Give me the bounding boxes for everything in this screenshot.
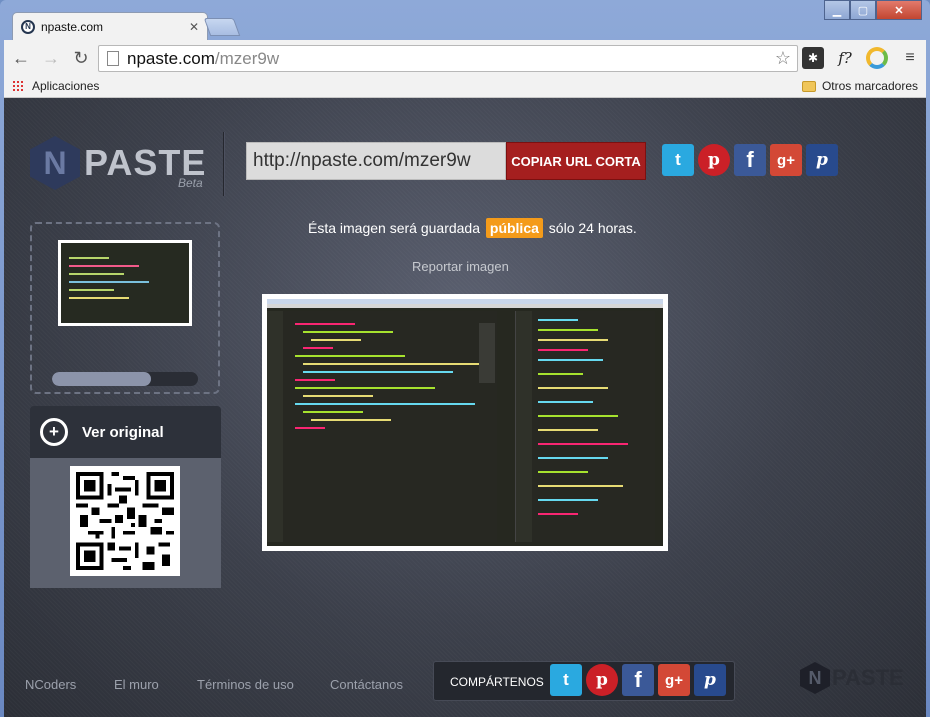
footer-link-contactanos[interactable]: Contáctanos: [330, 677, 403, 692]
logo-letter: N: [43, 144, 67, 181]
tab-title: npaste.com: [41, 19, 104, 34]
folder-icon: [801, 80, 816, 92]
header-divider: [223, 132, 225, 196]
share-label: COMPÁRTENOS: [450, 675, 544, 689]
thumbnail-dropzone: [30, 222, 220, 394]
ring-icon[interactable]: [866, 47, 888, 69]
uploaded-image: [267, 299, 663, 546]
window-controls: ▁ ▢ ✕: [824, 0, 922, 20]
logo-hexagon-icon: N: [30, 136, 80, 190]
footer-npaste-logo[interactable]: N PASTE: [800, 662, 904, 694]
url-path: /mzer9w: [214, 48, 280, 68]
pinboard-icon[interactable]: p: [806, 144, 838, 176]
apps-grid-icon: [12, 80, 24, 92]
uploaded-image-preview[interactable]: [262, 294, 668, 551]
qr-code-graphic: [76, 472, 174, 570]
maximize-button[interactable]: ▢: [850, 0, 876, 20]
apps-shortcut[interactable]: Aplicaciones: [12, 79, 99, 93]
forward-icon[interactable]: →: [38, 48, 64, 69]
screenshot-code-pane-left: [267, 311, 497, 542]
twitter-icon[interactable]: t: [662, 144, 694, 176]
footer-logo-hexagon-icon: N: [800, 662, 830, 694]
other-bookmarks-label: Otros marcadores: [821, 79, 918, 93]
new-tab-button[interactable]: [203, 18, 241, 36]
header-social-links: t p f g+ p: [662, 144, 842, 176]
url-host: npaste.com: [127, 48, 215, 68]
screenshot-code-pane-right: [515, 311, 655, 542]
google-plus-icon[interactable]: g+: [658, 664, 690, 696]
qr-code: [70, 466, 180, 576]
function-icon[interactable]: f?: [834, 47, 856, 69]
bookmark-star-icon[interactable]: ☆: [775, 48, 791, 69]
facebook-icon[interactable]: f: [734, 144, 766, 176]
footer-link-el-muro[interactable]: El muro: [114, 677, 159, 692]
notice-before: Ésta imagen será guardada: [308, 220, 480, 236]
pinterest-icon[interactable]: p: [698, 144, 730, 176]
short-url-field[interactable]: http://npaste.com/mzer9w: [246, 142, 506, 180]
footer-link-ncoders[interactable]: NCoders: [25, 677, 76, 692]
browser-window: N npaste.com ✕ ▁ ▢ ✕ ← → ↻ npaste.com/mz…: [0, 0, 930, 717]
twitter-icon[interactable]: t: [550, 664, 582, 696]
footer-link-terminos[interactable]: Términos de uso: [197, 677, 294, 692]
copy-short-url-button[interactable]: COPIAR URL CORTA: [506, 142, 646, 180]
page-content: N PASTE Beta http://npaste.com/mzer9w CO…: [4, 98, 926, 717]
thumbnail-preview: [61, 243, 189, 323]
view-original-label: Ver original: [82, 423, 164, 441]
npaste-favicon-icon: N: [21, 19, 35, 34]
bookmarks-bar: Aplicaciones Otros marcadores: [4, 76, 926, 98]
logo-beta: Beta: [178, 176, 203, 190]
public-badge: pública: [485, 218, 543, 238]
pinboard-icon[interactable]: p: [694, 664, 726, 696]
url-text: npaste.com/mzer9w: [127, 49, 279, 69]
apps-label: Aplicaciones: [32, 79, 100, 93]
view-original-button[interactable]: + Ver original: [30, 406, 221, 458]
npaste-logo[interactable]: N PASTE Beta: [30, 136, 206, 190]
footer-logo-text: PASTE: [832, 665, 904, 690]
screenshot-minimap: [479, 323, 495, 383]
puzzle-icon[interactable]: ✱: [802, 47, 824, 69]
footer-social-links: t p f g+ p: [550, 664, 730, 696]
upload-progress-bar: [52, 372, 198, 386]
screenshot-gutter-right: [516, 311, 532, 542]
thumbnail-image[interactable]: [58, 240, 192, 326]
report-image-link[interactable]: Reportar imagen: [412, 259, 509, 274]
google-plus-icon[interactable]: g+: [770, 144, 802, 176]
qr-panel: [30, 458, 221, 588]
pinterest-icon[interactable]: p: [586, 664, 618, 696]
close-tab-icon[interactable]: ✕: [189, 20, 199, 34]
screenshot-gutter: [267, 311, 283, 542]
close-window-button[interactable]: ✕: [876, 0, 922, 20]
address-bar[interactable]: npaste.com/mzer9w ☆: [98, 45, 798, 72]
browser-tab[interactable]: N npaste.com ✕: [12, 12, 208, 40]
page-icon: [107, 51, 119, 66]
reload-icon[interactable]: ↻: [68, 48, 94, 69]
menu-icon[interactable]: ≡: [899, 47, 921, 69]
upload-progress-fill: [52, 372, 152, 386]
minimize-button[interactable]: ▁: [824, 0, 850, 20]
other-bookmarks[interactable]: Otros marcadores: [801, 79, 918, 93]
back-icon[interactable]: ←: [8, 48, 34, 69]
notice-after: sólo 24 horas.: [548, 220, 637, 236]
facebook-icon[interactable]: f: [622, 664, 654, 696]
screenshot-menubar: [267, 304, 663, 308]
browser-toolbar: ← → ↻ npaste.com/mzer9w ☆ ✱ f? ≡: [4, 40, 926, 76]
storage-notice: Ésta imagen será guardada pública sólo 2…: [308, 218, 637, 238]
zoom-in-icon: +: [40, 418, 68, 446]
tab-bar: N npaste.com ✕ ▁ ▢ ✕: [0, 0, 930, 40]
